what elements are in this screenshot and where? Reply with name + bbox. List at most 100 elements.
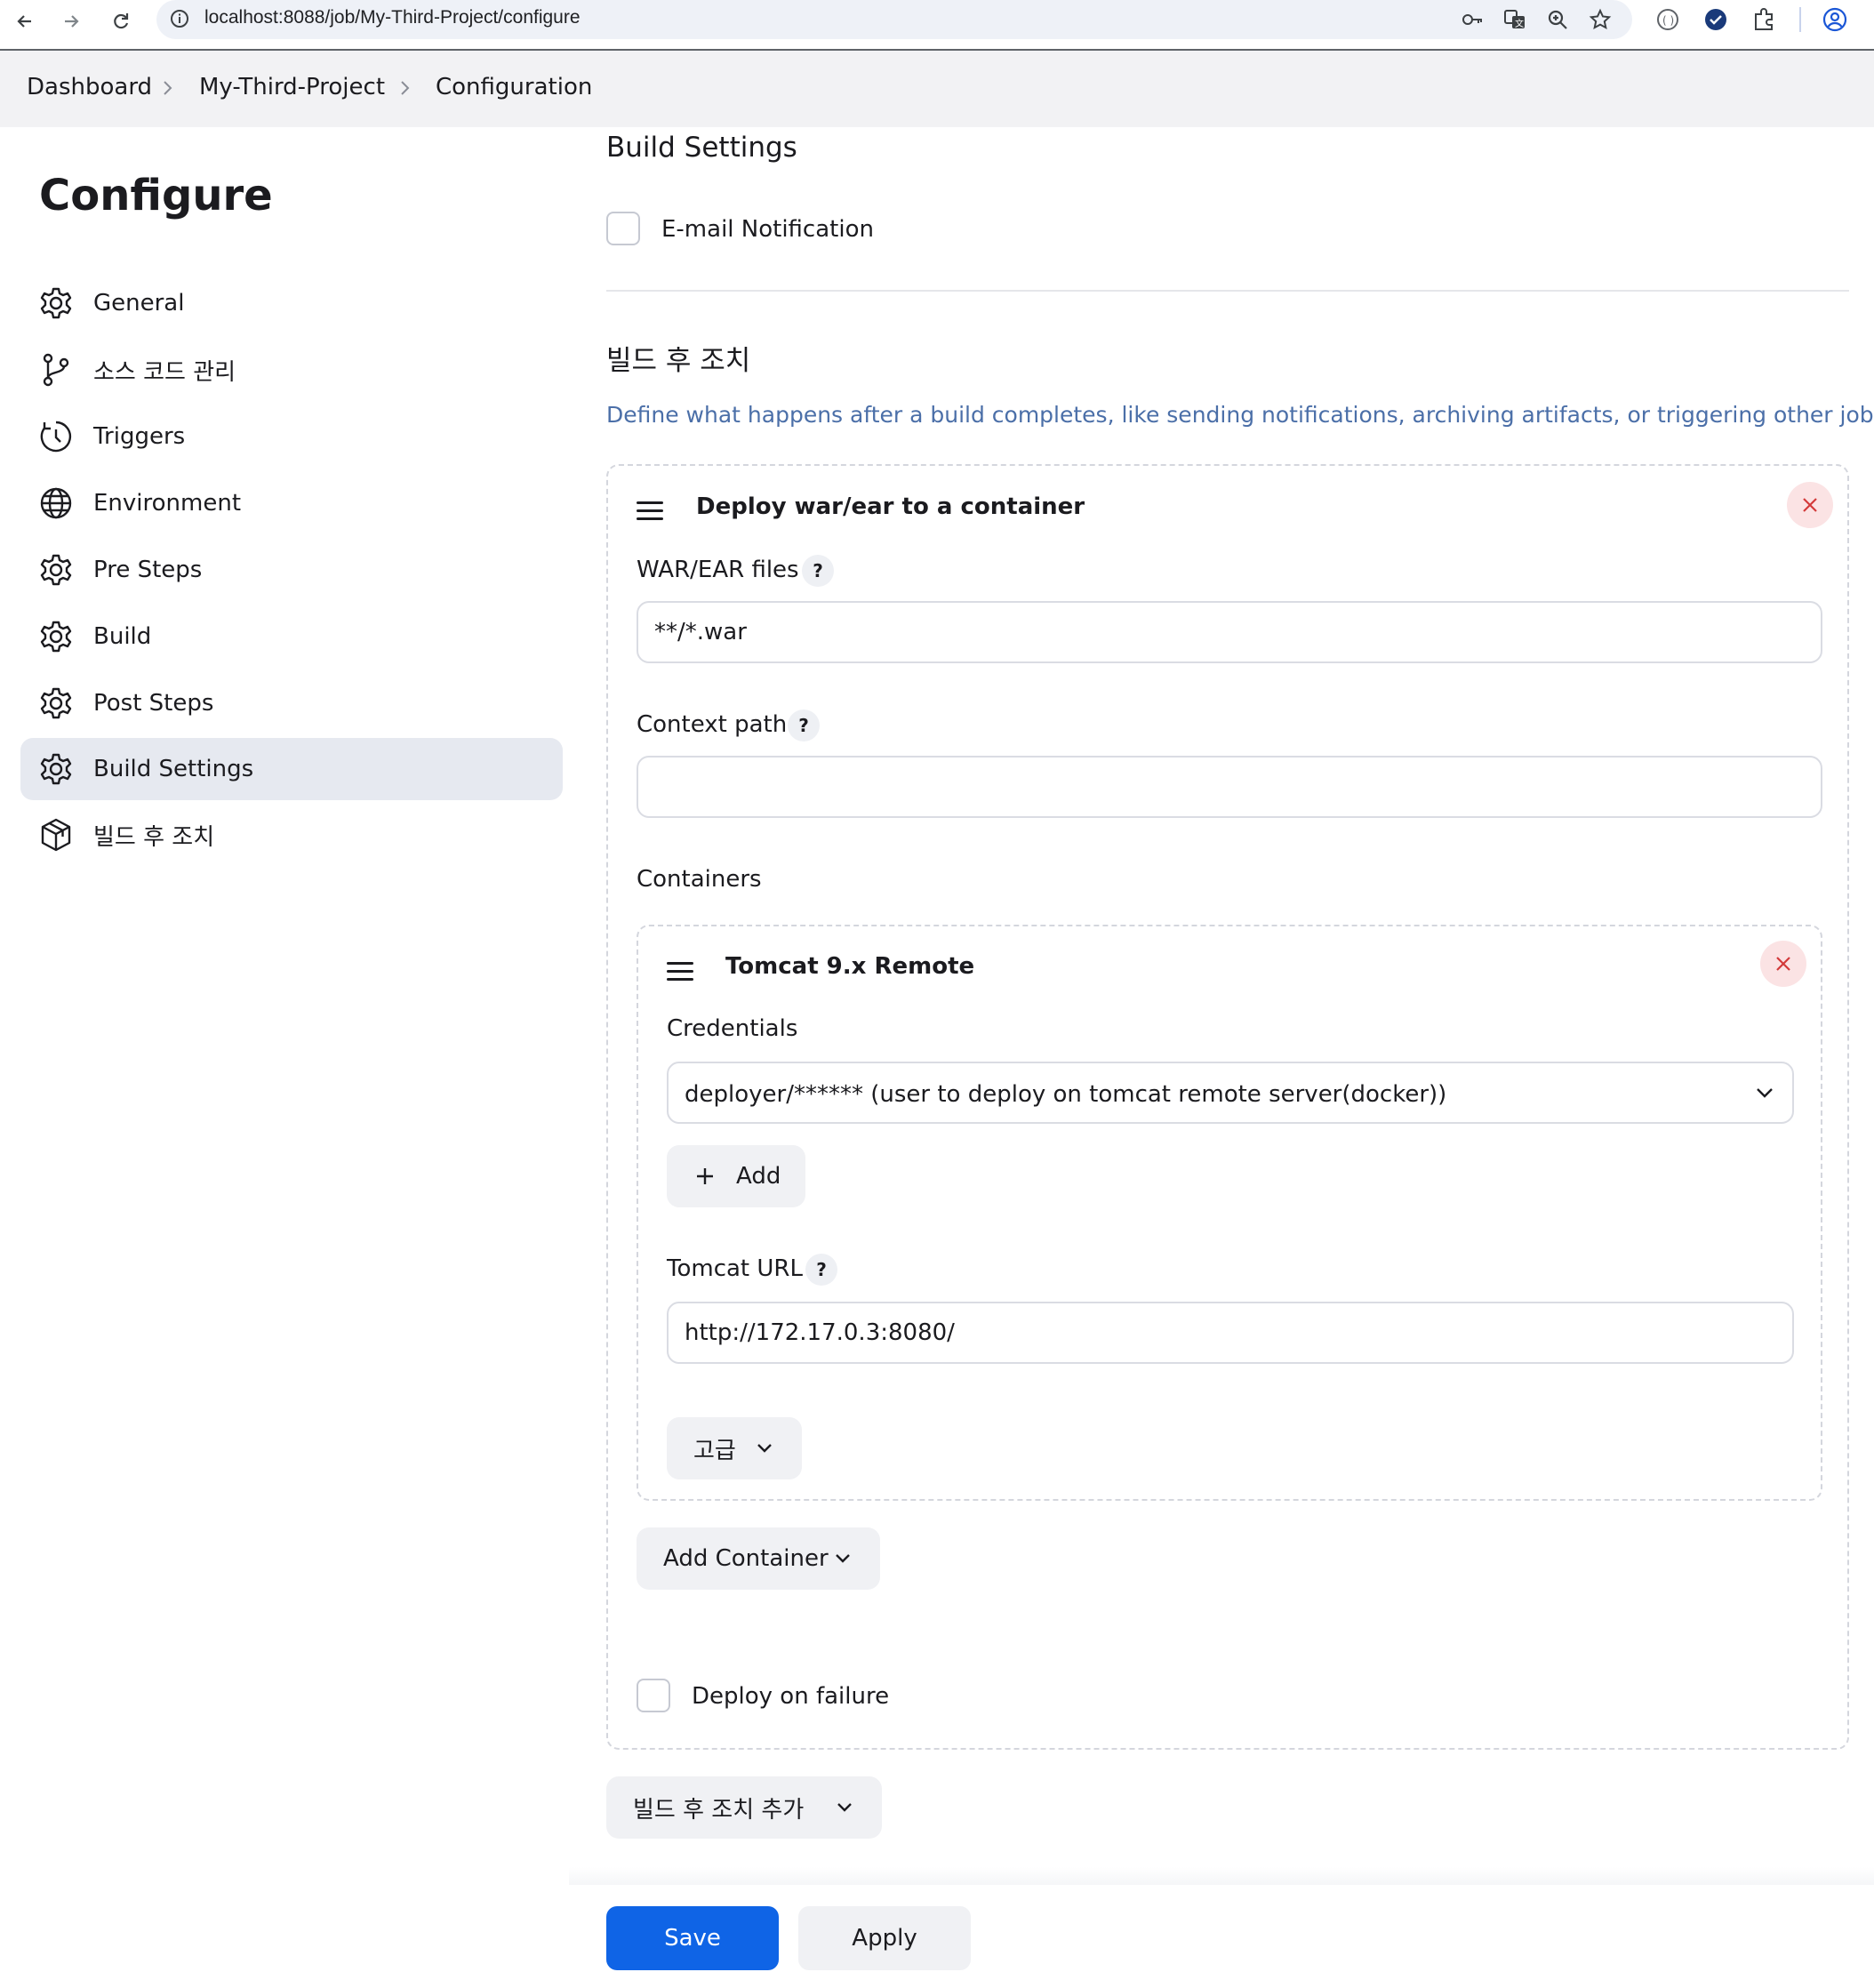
tomcat-url-label: Tomcat URL: [667, 1255, 803, 1282]
sidebar-title: Configure: [39, 171, 273, 220]
site-info-icon[interactable]: [169, 8, 190, 29]
footer-shadow: [569, 1867, 1874, 1885]
reload-button[interactable]: [105, 5, 137, 37]
forward-arrow-icon: [65, 15, 79, 28]
credentials-value: deployer/****** (user to deploy on tomca…: [685, 1081, 1447, 1108]
section-divider: [606, 290, 1849, 292]
toolbar-separator: [1799, 7, 1801, 32]
credentials-label: Credentials: [667, 1015, 798, 1042]
breadcrumb-project[interactable]: My-Third-Project: [199, 74, 385, 100]
context-path-label: Context path: [637, 711, 788, 738]
svg-text:( ): ( ): [1662, 14, 1674, 27]
advanced-label: 고급: [693, 1437, 736, 1464]
chevron-right-icon: [401, 81, 410, 95]
translate-icon[interactable]: 文: [1501, 5, 1529, 34]
sidebar-item-post-build[interactable]: 빌드 후 조치: [20, 804, 563, 866]
gear-icon: [40, 554, 72, 586]
zoom-icon[interactable]: [1543, 5, 1572, 34]
sidebar-item-label: Environment: [93, 490, 242, 517]
sidebar-item-label: 소스 코드 관리: [93, 358, 236, 386]
tomcat-url-help-button[interactable]: ?: [805, 1254, 837, 1286]
password-key-icon[interactable]: [1458, 5, 1486, 34]
check-shield-icon[interactable]: [1700, 4, 1732, 36]
chevron-down-icon: [757, 1444, 772, 1453]
build-settings-heading: Build Settings: [606, 132, 797, 164]
sidebar-item-triggers[interactable]: Triggers: [20, 405, 563, 468]
sidebar-item-label: Triggers: [93, 423, 186, 450]
context-path-help-button[interactable]: ?: [788, 709, 820, 741]
sidebar-item-build[interactable]: Build: [20, 605, 563, 668]
war-files-help-button[interactable]: ?: [802, 555, 834, 587]
clock-icon: [40, 421, 72, 453]
add-post-build-action-button[interactable]: 빌드 후 조치 추가: [606, 1776, 882, 1839]
add-credentials-label: Add: [736, 1163, 781, 1190]
remove-deploy-button[interactable]: [1787, 482, 1833, 528]
browser-toolbar: localhost:8088/job/My-Third-Project/conf…: [0, 0, 1874, 51]
gear-icon: [40, 687, 72, 719]
save-button[interactable]: Save: [606, 1906, 779, 1970]
add-container-button[interactable]: Add Container: [637, 1527, 880, 1590]
sidebar-item-label: Build: [93, 623, 152, 650]
gear-icon: [40, 287, 72, 319]
reload-icon: [114, 13, 129, 29]
breadcrumb-dashboard[interactable]: Dashboard: [27, 74, 152, 100]
close-icon: [1776, 957, 1790, 971]
address-bar[interactable]: localhost:8088/job/My-Third-Project/conf…: [156, 0, 1632, 39]
sidebar-item-label: Pre Steps: [93, 557, 203, 583]
context-path-input[interactable]: [637, 756, 1822, 818]
drag-handle-icon[interactable]: [637, 501, 663, 521]
add-post-build-action-label: 빌드 후 조치 추가: [633, 1796, 805, 1824]
post-build-description: Define what happens after a build comple…: [606, 402, 1874, 428]
containers-label: Containers: [637, 866, 762, 893]
remove-container-button[interactable]: [1760, 941, 1806, 987]
credentials-select[interactable]: deployer/****** (user to deploy on tomca…: [667, 1062, 1794, 1124]
post-build-heading: 빌드 후 조치: [606, 345, 751, 377]
chevron-down-icon: [837, 1803, 852, 1812]
apply-button[interactable]: Apply: [798, 1906, 971, 1970]
breadcrumb: Dashboard My-Third-Project Configuration: [0, 51, 1874, 127]
sidebar-item-label: Post Steps: [93, 690, 214, 717]
sidebar-item-label: Build Settings: [93, 756, 254, 782]
sidebar-item-label: General: [93, 290, 185, 317]
back-arrow-icon: [17, 15, 31, 28]
sidebar-item-post-steps[interactable]: Post Steps: [20, 672, 563, 734]
deploy-container-panel: Deploy war/ear to a container WAR/EAR fi…: [606, 464, 1849, 1750]
tomcat-url-input[interactable]: http://172.17.0.3:8080/: [667, 1302, 1794, 1364]
chevron-down-icon: [1757, 1088, 1773, 1098]
email-notification-checkbox[interactable]: [606, 212, 640, 245]
sidebar-item-pre-steps[interactable]: Pre Steps: [20, 539, 563, 601]
puzzle-extensions-icon[interactable]: [1748, 4, 1780, 36]
sidebar-item-label: 빌드 후 조치: [93, 823, 215, 851]
profile-avatar-icon[interactable]: [1819, 4, 1851, 36]
advanced-button[interactable]: 고급: [667, 1417, 802, 1479]
gear-icon: [40, 621, 72, 653]
breadcrumb-configuration[interactable]: Configuration: [436, 74, 592, 100]
forward-button[interactable]: [55, 5, 87, 37]
tomcat-container-panel: Tomcat 9.x Remote Credentials deployer/*…: [637, 925, 1822, 1501]
sidebar-item-general[interactable]: General: [20, 272, 563, 334]
plus-icon: [697, 1168, 713, 1184]
email-notification-label[interactable]: E-mail Notification: [661, 216, 874, 243]
war-files-input[interactable]: **/*.war: [637, 601, 1822, 663]
chevron-down-icon: [836, 1554, 850, 1563]
sidebar-item-scm[interactable]: 소스 코드 관리: [20, 339, 563, 401]
sidebar-item-environment[interactable]: Environment: [20, 472, 563, 534]
add-container-label: Add Container: [663, 1545, 829, 1572]
bookmark-star-icon[interactable]: [1586, 5, 1614, 34]
war-files-label: WAR/EAR files: [637, 557, 799, 583]
deploy-on-failure-checkbox[interactable]: [637, 1679, 670, 1712]
close-icon: [1803, 498, 1817, 512]
tomcat-panel-title: Tomcat 9.x Remote: [725, 953, 975, 980]
extension-circle-icon[interactable]: ( ): [1652, 4, 1684, 36]
deploy-panel-title: Deploy war/ear to a container: [696, 493, 1085, 520]
sidebar-item-build-settings[interactable]: Build Settings: [20, 738, 563, 800]
back-button[interactable]: [9, 5, 41, 37]
add-credentials-button[interactable]: Add: [667, 1145, 805, 1207]
drag-handle-icon[interactable]: [667, 962, 693, 982]
git-branch-icon: [43, 353, 69, 387]
deploy-on-failure-label[interactable]: Deploy on failure: [692, 1683, 889, 1710]
chevron-right-icon: [164, 81, 172, 95]
svg-text:文: 文: [1515, 18, 1524, 29]
gear-icon: [40, 753, 72, 785]
url-text[interactable]: localhost:8088/job/My-Third-Project/conf…: [204, 7, 581, 28]
